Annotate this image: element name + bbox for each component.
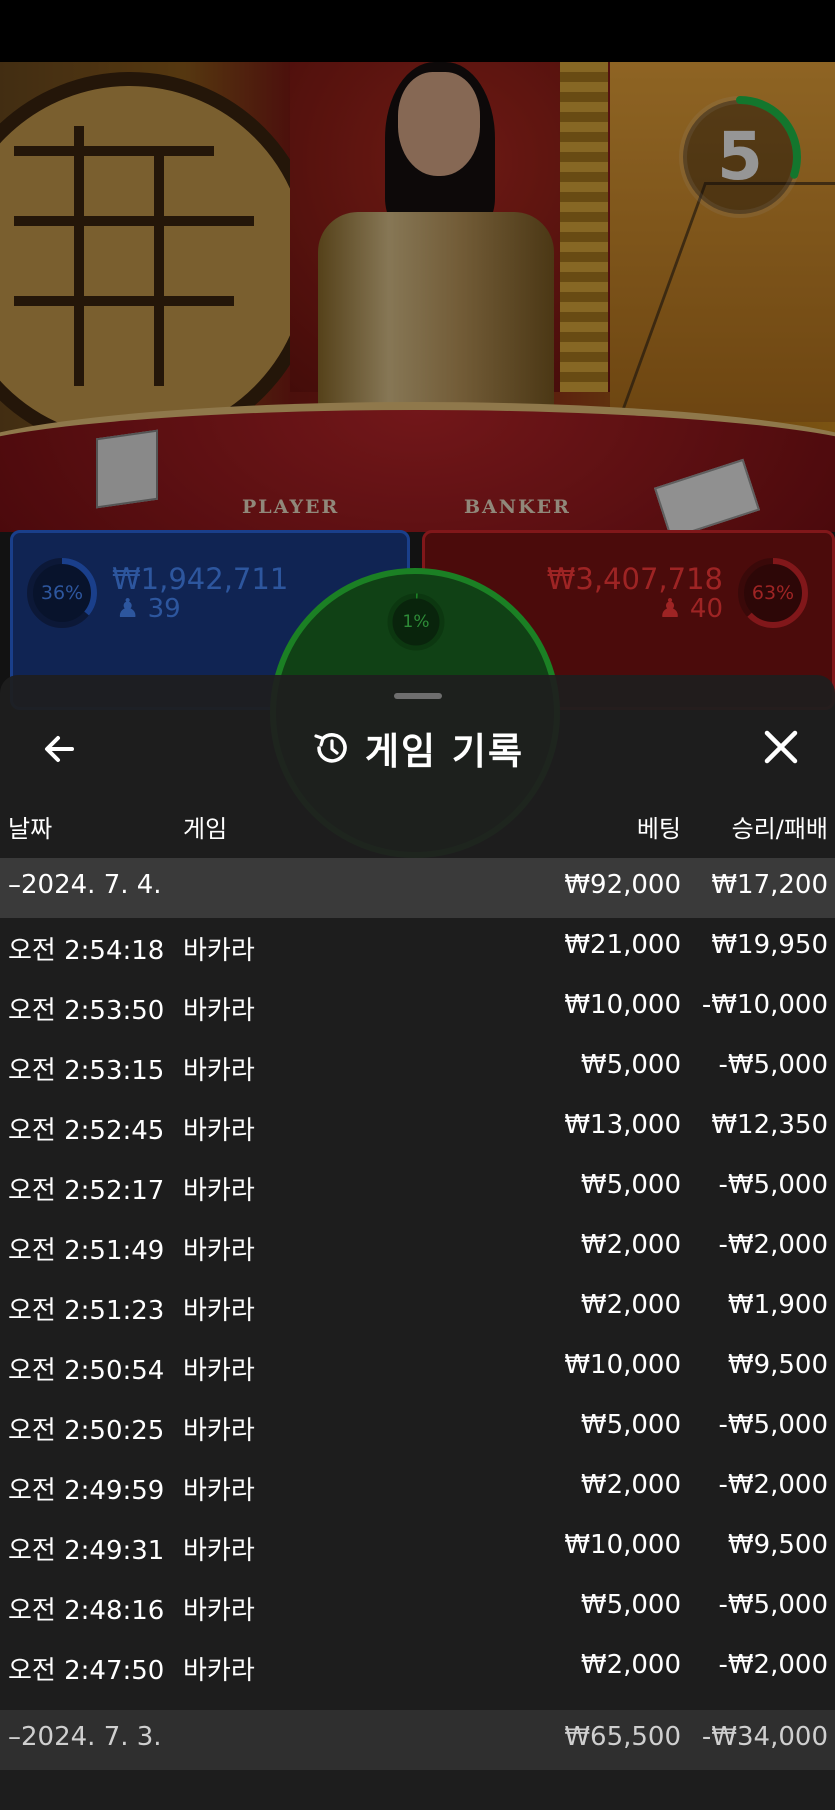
sheet-header: 게임 기록 xyxy=(0,715,835,781)
round-time: 오전 2:51:23 xyxy=(8,1296,165,1326)
round-result: -₩2,000 xyxy=(718,1470,828,1500)
round-game: 바카라 xyxy=(183,1536,255,1566)
drag-handle[interactable] xyxy=(394,693,442,699)
history-row[interactable]: 오전 2:50:54 바카라 ₩10,000 ₩9,500 xyxy=(0,1338,835,1398)
round-game: 바카라 xyxy=(183,1596,255,1626)
round-game: 바카라 xyxy=(183,996,255,1026)
round-result: -₩5,000 xyxy=(718,1170,828,1200)
history-table-header: 날짜 게임 베팅 승리/패배 xyxy=(0,805,835,845)
history-row[interactable]: 오전 2:53:50 바카라 ₩10,000 -₩10,000 xyxy=(0,978,835,1038)
date-group-header[interactable]: –2024. 7. 3. ₩65,500 -₩34,000 xyxy=(0,1710,835,1770)
round-bet: ₩5,000 xyxy=(580,1050,681,1080)
history-icon xyxy=(314,733,347,763)
history-row[interactable]: 오전 2:49:31 바카라 ₩10,000 ₩9,500 xyxy=(0,1518,835,1578)
round-time: 오전 2:50:25 xyxy=(8,1416,165,1446)
column-header-date: 날짜 xyxy=(8,815,53,843)
round-result: -₩5,000 xyxy=(718,1050,828,1080)
round-game: 바카라 xyxy=(183,1236,255,1266)
round-bet: ₩2,000 xyxy=(580,1290,681,1320)
round-bet: ₩2,000 xyxy=(580,1470,681,1500)
round-game: 바카라 xyxy=(183,1356,255,1386)
round-result: ₩12,350 xyxy=(711,1110,828,1140)
round-result: -₩5,000 xyxy=(718,1590,828,1620)
date-group-label: –2024. 7. 4. xyxy=(8,870,162,900)
status-bar xyxy=(0,0,835,62)
history-row[interactable]: 오전 2:51:49 바카라 ₩2,000 -₩2,000 xyxy=(0,1218,835,1278)
round-result: ₩19,950 xyxy=(711,930,828,960)
round-result: -₩10,000 xyxy=(701,990,828,1020)
history-row[interactable]: 오전 2:54:18 바카라 ₩21,000 ₩19,950 xyxy=(0,918,835,978)
round-game: 바카라 xyxy=(183,1656,255,1686)
history-row[interactable]: 오전 2:49:59 바카라 ₩2,000 -₩2,000 xyxy=(0,1458,835,1518)
round-time: 오전 2:51:49 xyxy=(8,1236,165,1266)
round-time: 오전 2:50:54 xyxy=(8,1356,165,1386)
round-result: ₩9,500 xyxy=(727,1530,828,1560)
date-group-bet-total: ₩65,500 xyxy=(564,1722,681,1752)
round-result: ₩9,500 xyxy=(727,1350,828,1380)
round-game: 바카라 xyxy=(183,1116,255,1146)
round-result: -₩2,000 xyxy=(718,1650,828,1680)
round-time: 오전 2:52:45 xyxy=(8,1116,165,1146)
round-bet: ₩2,000 xyxy=(580,1230,681,1260)
close-icon xyxy=(764,730,798,764)
date-group-result-total: -₩34,000 xyxy=(701,1722,828,1752)
round-game: 바카라 xyxy=(183,1176,255,1206)
history-row[interactable]: 오전 2:52:17 바카라 ₩5,000 -₩5,000 xyxy=(0,1158,835,1218)
round-game: 바카라 xyxy=(183,1296,255,1326)
round-time: 오전 2:47:50 xyxy=(8,1656,165,1686)
round-bet: ₩13,000 xyxy=(564,1110,681,1140)
date-group-label: –2024. 7. 3. xyxy=(8,1722,162,1752)
history-row[interactable]: 오전 2:51:23 바카라 ₩2,000 ₩1,900 xyxy=(0,1278,835,1338)
history-row[interactable]: 오전 2:47:50 바카라 ₩2,000 -₩2,000 xyxy=(0,1638,835,1698)
round-time: 오전 2:52:17 xyxy=(8,1176,165,1206)
history-row[interactable]: 오전 2:50:25 바카라 ₩5,000 -₩5,000 xyxy=(0,1398,835,1458)
history-row[interactable]: 오전 2:53:15 바카라 ₩5,000 -₩5,000 xyxy=(0,1038,835,1098)
round-time: 오전 2:48:16 xyxy=(8,1596,165,1626)
date-group-bet-total: ₩92,000 xyxy=(564,870,681,900)
close-button[interactable] xyxy=(757,723,805,771)
history-row[interactable]: 오전 2:48:16 바카라 ₩5,000 -₩5,000 xyxy=(0,1578,835,1638)
round-time: 오전 2:54:18 xyxy=(8,936,165,966)
round-result: -₩5,000 xyxy=(718,1410,828,1440)
round-bet: ₩21,000 xyxy=(564,930,681,960)
round-game: 바카라 xyxy=(183,1476,255,1506)
date-group-header[interactable]: –2024. 7. 4. ₩92,000 ₩17,200 xyxy=(0,858,835,918)
column-header-game: 게임 xyxy=(183,815,228,843)
round-time: 오전 2:53:50 xyxy=(8,996,165,1026)
game-history-sheet: 게임 기록 날짜 게임 베팅 승리/패배 –2024. 7. 4. ₩92,00… xyxy=(0,675,835,1810)
sheet-title: 게임 기록 xyxy=(364,730,525,773)
round-game: 바카라 xyxy=(183,1416,255,1446)
history-row[interactable]: 오전 2:52:45 바카라 ₩13,000 ₩12,350 xyxy=(0,1098,835,1158)
round-time: 오전 2:49:31 xyxy=(8,1536,165,1566)
round-bet: ₩10,000 xyxy=(564,990,681,1020)
round-game: 바카라 xyxy=(183,936,255,966)
round-bet: ₩2,000 xyxy=(580,1650,681,1680)
column-header-bet: 베팅 xyxy=(636,815,681,843)
round-bet: ₩5,000 xyxy=(580,1590,681,1620)
round-bet: ₩5,000 xyxy=(580,1170,681,1200)
date-group-result-total: ₩17,200 xyxy=(711,870,828,900)
round-result: ₩1,900 xyxy=(727,1290,828,1320)
round-result: -₩2,000 xyxy=(718,1230,828,1260)
round-bet: ₩10,000 xyxy=(564,1530,681,1560)
round-game: 바카라 xyxy=(183,1056,255,1086)
round-time: 오전 2:49:59 xyxy=(8,1476,165,1506)
round-time: 오전 2:53:15 xyxy=(8,1056,165,1086)
column-header-result: 승리/패배 xyxy=(731,815,828,843)
round-bet: ₩5,000 xyxy=(580,1410,681,1440)
round-bet: ₩10,000 xyxy=(564,1350,681,1380)
